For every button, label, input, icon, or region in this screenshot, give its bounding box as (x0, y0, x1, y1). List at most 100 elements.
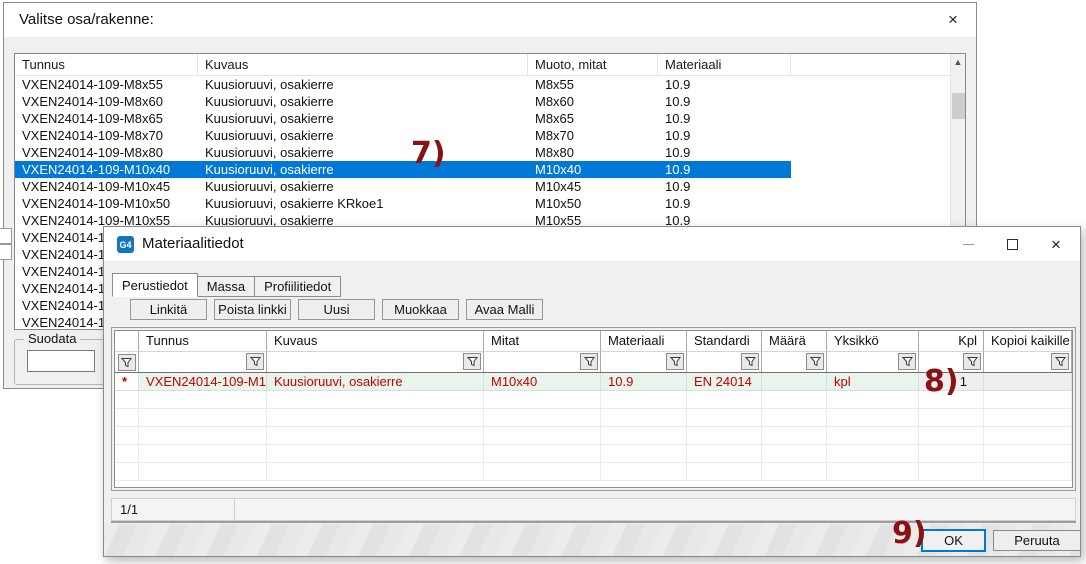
close-icon[interactable]: × (938, 7, 968, 33)
filter-button-yksikko[interactable] (898, 353, 916, 370)
part-list-header: TunnusKuvausMuoto, mitatMateriaali (15, 54, 965, 76)
list-row[interactable]: VXEN24014-109-M8x80Kuusioruuvi, osakierr… (15, 144, 965, 161)
grid-cell-tunnus: VXEN24014-109-M10x40 (139, 373, 267, 390)
tab-massa[interactable]: Massa (197, 276, 255, 297)
grid-column-header-maara[interactable]: Määrä (762, 331, 827, 351)
grid-empty-row[interactable] (115, 409, 1072, 427)
grid-column-header-kuvaus[interactable]: Kuvaus (267, 331, 484, 351)
grid-empty-cell-sel (115, 463, 139, 480)
grid-empty-cell-mitat (484, 409, 601, 426)
grid-column-header-yksikko[interactable]: Yksikkö (827, 331, 919, 351)
minimize-button[interactable] (946, 227, 990, 261)
grid-empty-cell-mitat (484, 445, 601, 462)
column-header-tunnus[interactable]: Tunnus (15, 54, 198, 75)
filter-button-tunnus[interactable] (246, 353, 264, 370)
list-row[interactable]: VXEN24014-109-M10x50Kuusioruuvi, osakier… (15, 195, 965, 212)
maximize-button[interactable] (990, 227, 1034, 261)
list-row[interactable]: VXEN24014-109-M10x40Kuusioruuvi, osakier… (15, 161, 965, 178)
grid-column-header-kopioi[interactable]: Kopioi kaikille (984, 331, 1072, 351)
list-row[interactable]: VXEN24014-109-M8x65Kuusioruuvi, osakierr… (15, 110, 965, 127)
grid-empty-cell-tunnus (139, 409, 267, 426)
grid-empty-row[interactable] (115, 463, 1072, 481)
material-grid: TunnusKuvausMitatMateriaaliStandardiMäär… (114, 330, 1073, 488)
grid-empty-cell-kpl (919, 427, 984, 444)
cell-kuvaus: Kuusioruuvi, osakierre KRkoe1 (198, 195, 528, 212)
filter-funnel-icon (584, 356, 595, 367)
filter-button-kopioi[interactable] (1051, 353, 1069, 370)
grid-empty-row[interactable] (115, 445, 1072, 463)
cell-muoto: M8x70 (528, 127, 658, 144)
grid-empty-cell-materiaali (601, 463, 687, 480)
filter-button-maara[interactable] (806, 353, 824, 370)
filter-button-mitat[interactable] (580, 353, 598, 370)
linkitä-button[interactable]: Linkitä (130, 299, 207, 320)
annotation-step-8: 8) (924, 367, 959, 397)
cell-tunnus: VXEN24014-109-M10x45 (15, 178, 198, 195)
grid-cell-sel: * (115, 373, 139, 390)
grid-empty-cell-yksikko (827, 391, 919, 408)
filter-button-kpl[interactable] (963, 353, 981, 370)
cell-kuvaus: Kuusioruuvi, osakierre (198, 161, 528, 178)
poista-linkki-button[interactable]: Poista linkki (214, 299, 291, 320)
column-header-materiaali[interactable]: Materiaali (658, 54, 791, 75)
avaa-malli-button[interactable]: Avaa Malli (466, 299, 543, 320)
cell-materiaali: 10.9 (658, 76, 791, 93)
grid-column-header-mitat[interactable]: Mitat (484, 331, 601, 351)
background-window-fragment (0, 228, 12, 244)
list-row[interactable]: VXEN24014-109-M10x45Kuusioruuvi, osakier… (15, 178, 965, 195)
grid-column-header-kpl[interactable]: Kpl (919, 331, 984, 351)
grid-empty-cell-yksikko (827, 463, 919, 480)
grid-column-header-sel[interactable] (115, 331, 139, 351)
grid-empty-cell-standardi (687, 463, 762, 480)
grid-cell-standardi: EN 24014 (687, 373, 762, 390)
filter-funnel-icon (467, 356, 478, 367)
cell-kuvaus: Kuusioruuvi, osakierre (198, 127, 528, 144)
close-button[interactable]: × (1034, 227, 1078, 261)
grid-filter-cell-kuvaus (267, 351, 484, 372)
cell-muoto: M8x60 (528, 93, 658, 110)
cell-materiaali: 10.9 (658, 93, 791, 110)
grid-empty-row[interactable] (115, 427, 1072, 445)
cell-materiaali: 10.9 (658, 144, 791, 161)
filter-button-sel[interactable] (118, 354, 136, 371)
ok-button[interactable]: OK (921, 529, 986, 552)
grid-column-header-standardi[interactable]: Standardi (687, 331, 762, 351)
list-row[interactable]: VXEN24014-109-M8x55Kuusioruuvi, osakierr… (15, 76, 965, 93)
material-dialog-titlebar: G4 Materiaalitiedot × (104, 227, 1080, 261)
grid-empty-cell-materiaali (601, 409, 687, 426)
cell-muoto: M8x65 (528, 110, 658, 127)
uusi-button[interactable]: Uusi (298, 299, 375, 320)
grid-empty-cell-tunnus (139, 463, 267, 480)
grid-empty-cell-materiaali (601, 391, 687, 408)
cancel-button[interactable]: Peruuta (993, 530, 1081, 551)
tab-profiilitiedot[interactable]: Profiilitiedot (254, 276, 341, 297)
list-row[interactable]: VXEN24014-109-M8x60Kuusioruuvi, osakierr… (15, 93, 965, 110)
cell-tunnus: VXEN24014-109-M8x60 (15, 93, 198, 110)
grid-empty-cell-kuvaus (267, 427, 484, 444)
cell-kuvaus: Kuusioruuvi, osakierre (198, 178, 528, 195)
filter-button-kuvaus[interactable] (463, 353, 481, 370)
tab-perustiedot[interactable]: Perustiedot (112, 273, 198, 297)
grid-empty-cell-kuvaus (267, 463, 484, 480)
filter-input[interactable] (27, 350, 95, 372)
filter-button-materiaali[interactable] (666, 353, 684, 370)
list-row[interactable]: VXEN24014-109-M8x70Kuusioruuvi, osakierr… (15, 127, 965, 144)
cell-tunnus: VXEN24014-109-M8x55 (15, 76, 198, 93)
grid-empty-cell-kpl (919, 463, 984, 480)
grid-column-header-tunnus[interactable]: Tunnus (139, 331, 267, 351)
scroll-up-icon[interactable]: ▲ (951, 54, 965, 70)
muokkaa-button[interactable]: Muokkaa (382, 299, 459, 320)
grid-column-header-materiaali[interactable]: Materiaali (601, 331, 687, 351)
grid-empty-cell-materiaali (601, 427, 687, 444)
status-bar: 1/1 (111, 498, 1076, 523)
filter-button-standardi[interactable] (741, 353, 759, 370)
cell-kuvaus: Kuusioruuvi, osakierre (198, 110, 528, 127)
column-header-kuvaus[interactable]: Kuvaus (198, 54, 528, 75)
filter-funnel-icon (670, 356, 681, 367)
scrollbar-thumb[interactable] (952, 93, 965, 119)
cell-materiaali: 10.9 (658, 110, 791, 127)
column-header-muoto-mitat[interactable]: Muoto, mitat (528, 54, 658, 75)
cell-muoto: M10x45 (528, 178, 658, 195)
grid-empty-cell-sel (115, 427, 139, 444)
grid-empty-cell-yksikko (827, 409, 919, 426)
